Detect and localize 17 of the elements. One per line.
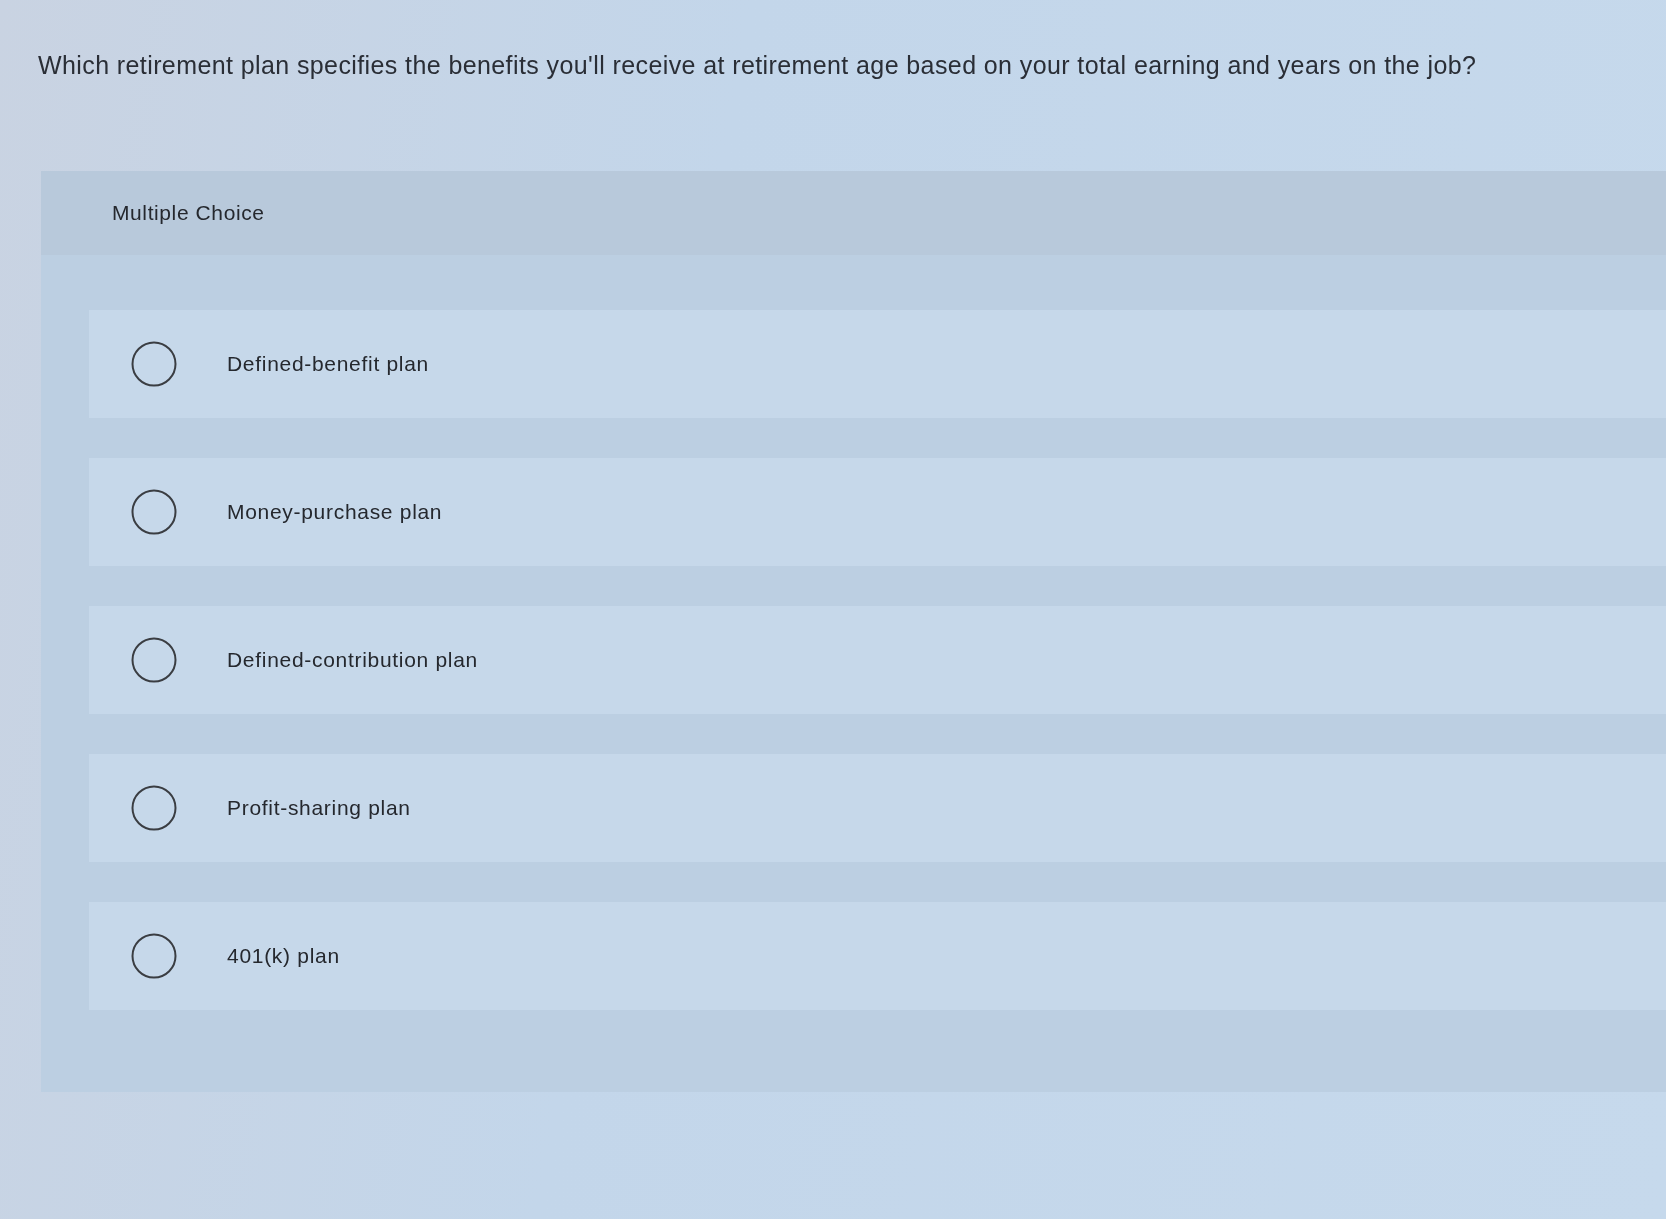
answer-option[interactable]: 401(k) plan — [89, 902, 1666, 1010]
radio-button[interactable] — [131, 637, 177, 683]
question-text: Which retirement plan specifies the benefits you'll receive at retirement age based on your total earning and years on the job? — [38, 50, 1477, 81]
option-label: 401(k) plan — [227, 944, 340, 968]
option-label: Defined-contribution plan — [227, 648, 478, 672]
radio-button[interactable] — [131, 933, 177, 979]
answer-option[interactable]: Defined-contribution plan — [89, 606, 1666, 714]
radio-button[interactable] — [131, 341, 177, 387]
question-type-label: Multiple Choice — [112, 201, 265, 225]
radio-button[interactable] — [131, 785, 177, 831]
answer-option[interactable]: Defined-benefit plan — [89, 310, 1666, 418]
option-label: Profit-sharing plan — [227, 796, 411, 820]
option-label: Defined-benefit plan — [227, 352, 429, 376]
answer-option[interactable]: Money-purchase plan — [89, 458, 1666, 566]
answer-option[interactable]: Profit-sharing plan — [89, 754, 1666, 862]
radio-button[interactable] — [131, 489, 177, 535]
option-label: Money-purchase plan — [227, 500, 443, 524]
